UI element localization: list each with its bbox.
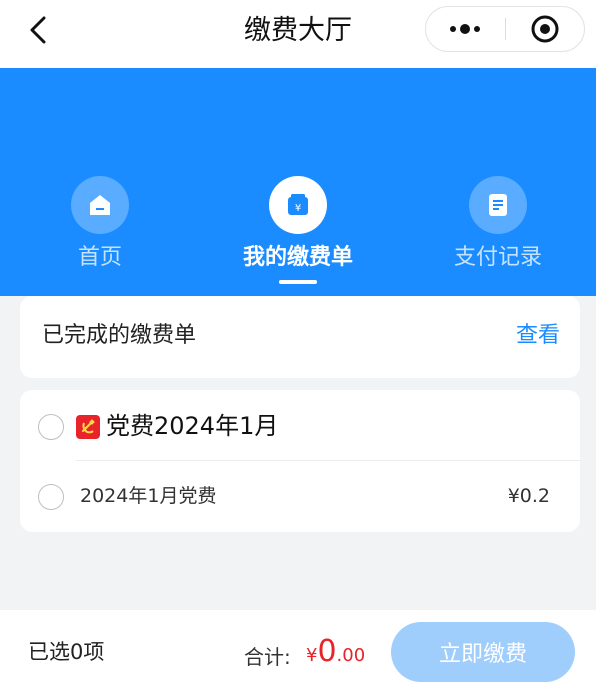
chevron-left-icon [30, 16, 46, 44]
close-button[interactable] [506, 7, 584, 51]
completed-bills-card: 已完成的缴费单 查看 [20, 296, 580, 378]
back-button[interactable] [22, 14, 54, 46]
bill-group-title: 党费2024年1月 [106, 412, 279, 440]
header-banner: 首页 ¥ 我的缴费单 支付记录 [0, 68, 596, 296]
tab-payment-records[interactable]: 支付记录 [398, 176, 596, 272]
total-amount-integer: 0 [317, 634, 337, 669]
tab-home-circle [71, 176, 129, 234]
completed-bills-title: 已完成的缴费单 [42, 323, 197, 348]
nav-bar: 缴费大厅 [0, 0, 596, 68]
total-amount: ¥0.00 [306, 632, 365, 676]
bill-icon: ¥ [288, 194, 308, 215]
bill-item-amount: ¥0.2 [507, 485, 550, 507]
selected-count: 已选0项 [28, 640, 105, 664]
pay-now-button[interactable]: 立即缴费 [391, 622, 575, 682]
target-close-icon [531, 15, 559, 43]
bill-group-card: 党费2024年1月 2024年1月党费 ¥0.2 [20, 390, 580, 532]
bottom-bar: 已选0项 合计: ¥0.00 立即缴费 [0, 610, 596, 693]
bill-item-checkbox[interactable] [38, 484, 64, 510]
tab-home-label: 首页 [77, 245, 122, 270]
total-amount-decimal: .00 [336, 645, 366, 666]
svg-text:¥: ¥ [295, 203, 301, 214]
total-currency: ¥ [306, 645, 318, 666]
active-tab-indicator [279, 280, 317, 284]
party-badge [76, 415, 100, 439]
divider [76, 460, 580, 461]
mini-program-capsule [425, 6, 585, 52]
more-dots-icon [450, 24, 480, 34]
tab-my-bills-circle: ¥ [269, 176, 327, 234]
more-button[interactable] [426, 7, 504, 51]
home-icon [90, 195, 110, 215]
tab-home[interactable]: 首页 [0, 176, 200, 272]
view-completed-link[interactable]: 查看 [516, 320, 560, 352]
bill-item-name: 2024年1月党费 [80, 485, 217, 507]
party-emblem-icon [81, 419, 95, 434]
total-label: 合计: [244, 645, 291, 669]
bill-group-checkbox[interactable] [38, 414, 64, 440]
tab-payment-records-label: 支付记录 [453, 245, 542, 270]
tab-payment-records-circle [469, 176, 527, 234]
tab-my-bills-label: 我的缴费单 [242, 245, 353, 270]
tab-my-bills[interactable]: ¥ 我的缴费单 [198, 176, 398, 284]
document-icon [489, 194, 507, 216]
